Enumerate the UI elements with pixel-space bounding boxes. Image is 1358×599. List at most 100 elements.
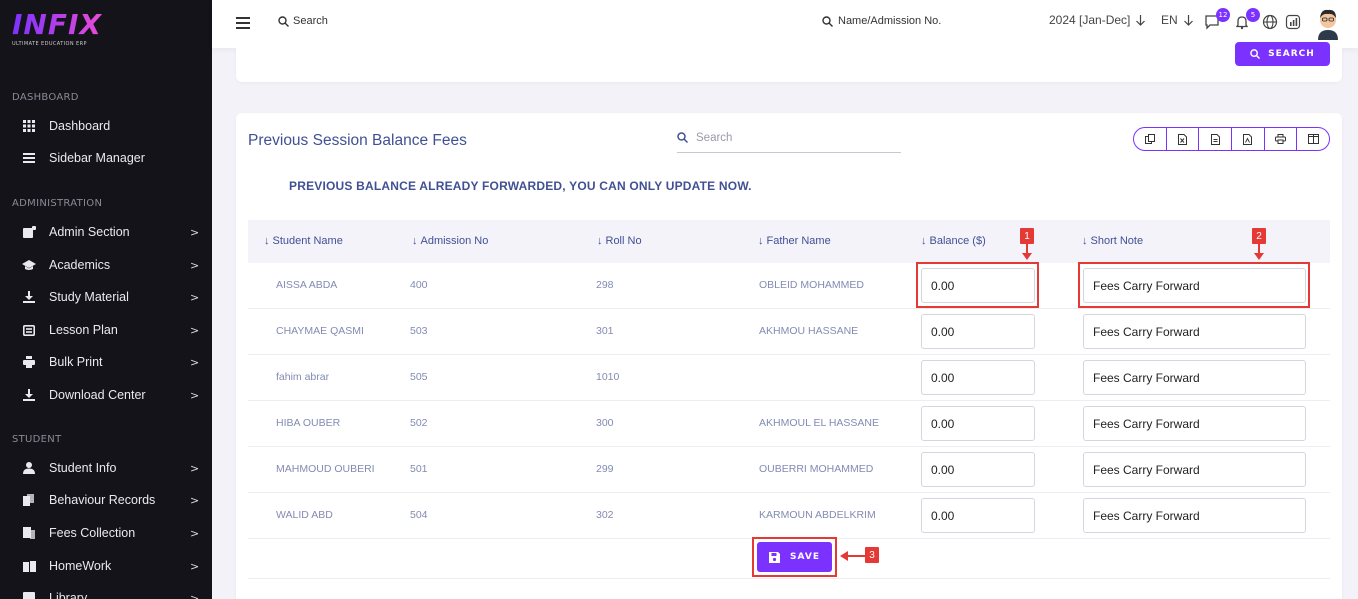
- excel-button[interactable]: [1167, 128, 1200, 150]
- search-icon: [278, 15, 289, 27]
- pdf-icon: [1243, 133, 1253, 145]
- search-button[interactable]: SEARCH: [1235, 42, 1330, 66]
- excel-icon: [1178, 133, 1187, 145]
- columns-button[interactable]: [1297, 128, 1329, 150]
- student-name: MAHMOUD OUBERI: [276, 463, 375, 475]
- table-row: CHAYMAE QASMI 503 301 AKHMOU HASSANE 0.0…: [248, 309, 1330, 355]
- session-selector[interactable]: 2024 [Jan-Dec]: [1049, 13, 1146, 27]
- book-icon: [22, 559, 36, 573]
- section-label-administration: ADMINISTRATION: [12, 198, 103, 209]
- logo[interactable]: INFIX ULTIMATE EDUCATION ERP: [12, 8, 102, 48]
- sidebar-item-homework[interactable]: HomeWork >: [0, 552, 212, 580]
- sidebar-item-lesson-plan[interactable]: Lesson Plan >: [0, 316, 212, 344]
- annotation-arrow-3: [847, 555, 865, 557]
- admission-no: 503: [410, 325, 428, 337]
- admission-search[interactable]: Name/Admission No.: [822, 15, 941, 27]
- sidebar-item-label: Academics: [49, 258, 111, 272]
- website-button[interactable]: [1262, 14, 1280, 32]
- download-icon: [22, 290, 36, 304]
- column-student-name[interactable]: ↓ Student Name: [264, 235, 343, 247]
- print-button[interactable]: [1265, 128, 1298, 150]
- fees-icon: [22, 526, 36, 540]
- save-highlight-box: SAVE: [752, 537, 837, 577]
- chevron-right-icon: >: [190, 493, 200, 507]
- user-icon: [22, 461, 36, 475]
- section-label-student: STUDENT: [12, 434, 62, 445]
- arrow-down-icon: [1136, 14, 1146, 26]
- roll-no: 302: [596, 509, 614, 521]
- pdf-button[interactable]: [1232, 128, 1265, 150]
- short-note-input[interactable]: Fees Carry Forward: [1083, 406, 1306, 441]
- search-button-label: SEARCH: [1268, 49, 1315, 59]
- chat-badge: 12: [1216, 8, 1230, 22]
- list-icon: [22, 323, 36, 337]
- father-name: KARMOUN ABDELKRIM: [759, 509, 876, 521]
- sidebar-item-dashboard[interactable]: Dashboard: [0, 112, 212, 140]
- column-roll-no[interactable]: ↓ Roll No: [597, 235, 642, 247]
- sidebar-item-behaviour-records[interactable]: Behaviour Records >: [0, 486, 212, 514]
- notification-button[interactable]: 5: [1234, 8, 1260, 32]
- sidebar-item-bulk-print[interactable]: Bulk Print >: [0, 348, 212, 376]
- table-divider: [248, 578, 1330, 579]
- balance-input[interactable]: 0.00: [921, 360, 1035, 395]
- page-title: Previous Session Balance Fees: [248, 132, 467, 149]
- copy-button[interactable]: [1134, 128, 1167, 150]
- csv-icon: [1210, 133, 1220, 145]
- annotation-marker-3: 3: [865, 547, 879, 563]
- menu-toggle-icon[interactable]: [236, 17, 250, 29]
- global-search[interactable]: Search: [278, 15, 328, 27]
- library-icon: [22, 591, 36, 599]
- column-label: Balance ($): [929, 235, 986, 247]
- balance-input[interactable]: 0.00: [921, 452, 1035, 487]
- sort-arrow-icon: ↓: [921, 235, 927, 247]
- admin-icon: [22, 225, 36, 239]
- sidebar-item-fees-collection[interactable]: Fees Collection >: [0, 519, 212, 547]
- sidebar-item-label: Library: [49, 591, 88, 599]
- table-search-input[interactable]: Search: [677, 123, 901, 153]
- balance-fees-card: Previous Session Balance Fees Search PRE…: [236, 113, 1342, 599]
- section-label-dashboard: DASHBOARD: [12, 92, 79, 103]
- sidebar-item-academics[interactable]: Academics >: [0, 251, 212, 279]
- student-name: HIBA OUBER: [276, 417, 341, 429]
- short-note-input[interactable]: Fees Carry Forward: [1083, 498, 1306, 533]
- column-admission-no[interactable]: ↓ Admission No: [412, 235, 488, 247]
- column-balance[interactable]: ↓ Balance ($): [921, 235, 986, 247]
- short-note-input[interactable]: Fees Carry Forward: [1083, 360, 1306, 395]
- balance-input[interactable]: 0.00: [921, 406, 1035, 441]
- sidebar-item-student-info[interactable]: Student Info >: [0, 454, 212, 482]
- admission-no: 400: [410, 279, 428, 291]
- balance-input[interactable]: 0.00: [921, 314, 1035, 349]
- admission-search-label: Name/Admission No.: [838, 15, 942, 27]
- table-row: fahim abrar 505 1010 0.00 Fees Carry For…: [248, 355, 1330, 401]
- sidebar: INFIX ULTIMATE EDUCATION ERP DASHBOARD D…: [0, 0, 212, 599]
- logo-text: INFIX: [12, 8, 102, 41]
- chat-button[interactable]: 12: [1204, 8, 1230, 32]
- chevron-right-icon: >: [190, 258, 200, 272]
- short-note-input[interactable]: Fees Carry Forward: [1083, 452, 1306, 487]
- sidebar-item-library[interactable]: Library >: [0, 584, 212, 599]
- avatar-icon: [1318, 9, 1338, 40]
- reports-button[interactable]: [1285, 14, 1303, 32]
- sort-arrow-icon: ↓: [1082, 235, 1088, 247]
- chevron-right-icon: >: [190, 526, 200, 540]
- column-label: Father Name: [766, 235, 831, 247]
- csv-button[interactable]: [1199, 128, 1233, 150]
- search-icon: [677, 132, 688, 143]
- sidebar-item-study-material[interactable]: Study Material >: [0, 283, 212, 311]
- avatar[interactable]: [1314, 6, 1342, 40]
- language-selector[interactable]: EN: [1161, 13, 1193, 27]
- sidebar-item-admin-section[interactable]: Admin Section >: [0, 218, 212, 246]
- short-note-input[interactable]: Fees Carry Forward: [1083, 314, 1306, 349]
- table-row: HIBA OUBER 502 300 AKHMOUL EL HASSANE 0.…: [248, 401, 1330, 447]
- column-father-name[interactable]: ↓ Father Name: [758, 235, 831, 247]
- father-name: AKHMOU HASSANE: [759, 325, 859, 337]
- forwarded-notice: PREVIOUS BALANCE ALREADY FORWARDED, YOU …: [289, 179, 752, 193]
- sidebar-item-sidebar-manager[interactable]: Sidebar Manager: [0, 144, 212, 172]
- roll-no: 300: [596, 417, 614, 429]
- sidebar-item-download-center[interactable]: Download Center >: [0, 381, 212, 409]
- student-name: WALID ABD: [276, 509, 333, 521]
- save-button[interactable]: SAVE: [757, 542, 832, 572]
- balance-input[interactable]: 0.00: [921, 498, 1035, 533]
- column-short-note[interactable]: ↓ Short Note: [1082, 235, 1143, 247]
- graduation-cap-icon: [22, 258, 36, 272]
